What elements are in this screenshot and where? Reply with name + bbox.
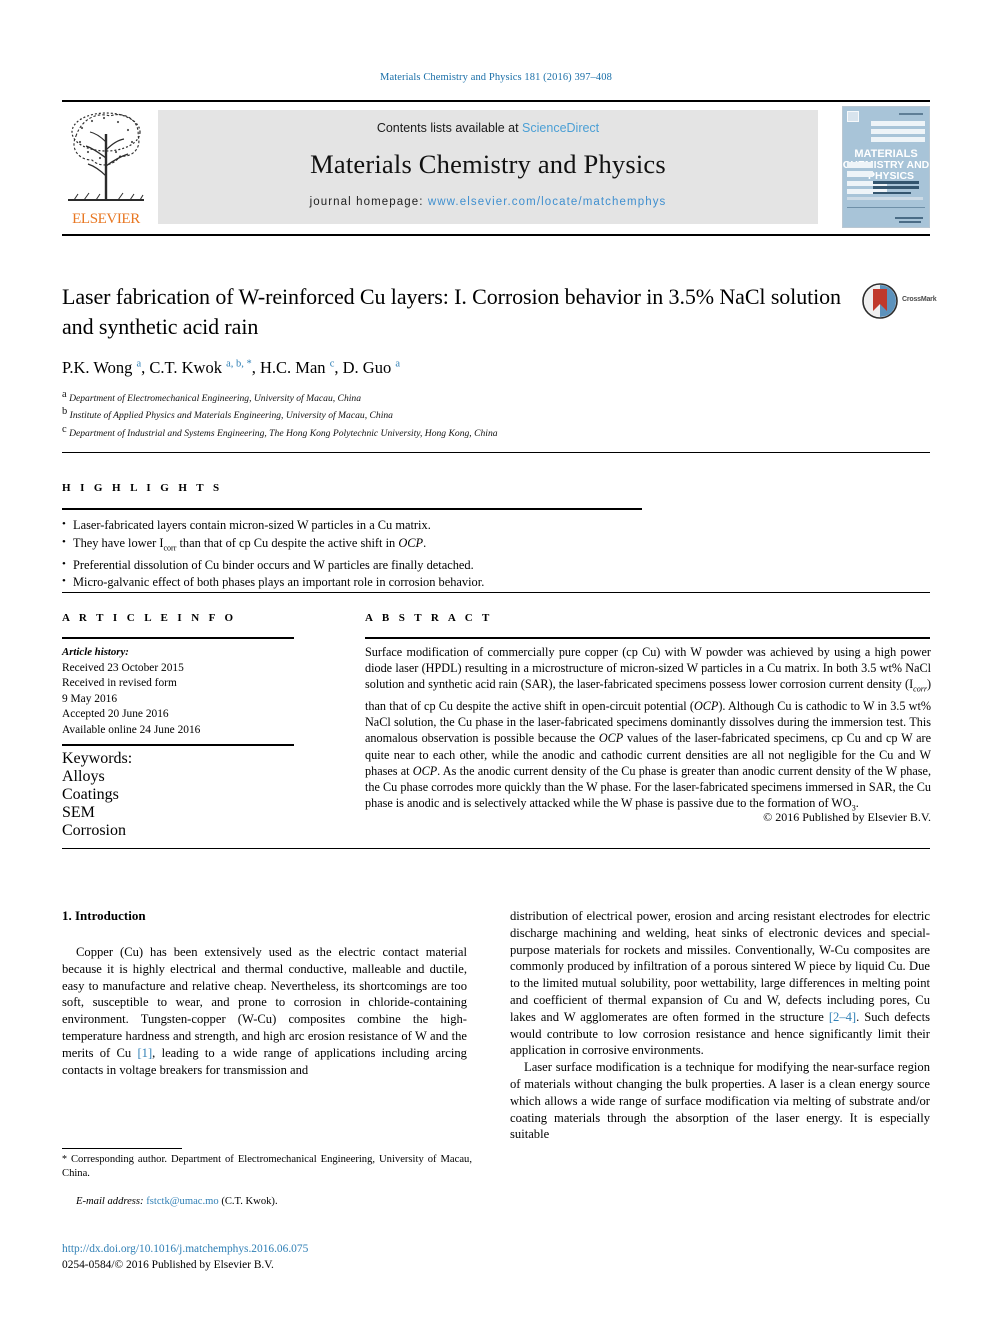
affiliation-a: a Department of Electromechanical Engine… xyxy=(62,389,361,405)
svg-text:PHYSICS: PHYSICS xyxy=(868,170,914,182)
divider-below-abstract xyxy=(62,848,930,849)
highlights-list: Laser-fabricated layers contain micron-s… xyxy=(62,516,662,592)
divider-after-highlights xyxy=(62,592,930,593)
journal-homepage-line: journal homepage: www.elsevier.com/locat… xyxy=(158,196,818,208)
homepage-prefix: journal homepage: xyxy=(309,196,428,208)
journal-cover-thumbnail: MATERIALS CHEMISTRY AND PHYSICS xyxy=(842,106,930,228)
highlights-heading: H I G H L I G H T S xyxy=(62,482,223,494)
divider-abstract xyxy=(365,637,930,639)
paragraph: Copper (Cu) has been extensively used as… xyxy=(62,945,467,1077)
abstract-text: Surface modification of commercially pur… xyxy=(365,645,932,813)
elsevier-wordmark: ELSEVIER xyxy=(72,211,140,227)
email-line: E-mail address: fstctk@umac.mo (C.T. Kwo… xyxy=(62,1196,472,1207)
keyword-item: Alloys xyxy=(62,768,105,785)
contents-prefix: Contents lists available at xyxy=(376,121,523,135)
article-history-label: Article history: xyxy=(62,646,129,658)
homepage-url-link[interactable]: www.elsevier.com/locate/matchemphys xyxy=(428,196,667,208)
title-block: Laser fabrication of W-reinforced Cu lay… xyxy=(62,282,852,342)
history-line: Accepted 20 June 2016 xyxy=(62,708,169,721)
journal-band: Contents lists available at ScienceDirec… xyxy=(158,110,818,224)
divider-highlights xyxy=(62,508,642,510)
affiliations: a Department of Electromechanical Engine… xyxy=(62,388,892,440)
section-heading-introduction: 1. Introduction xyxy=(62,908,146,923)
crossmark-label: CrossMark xyxy=(902,296,937,303)
issn-copyright-line: 0254-0584/© 2016 Published by Elsevier B… xyxy=(62,1259,274,1271)
divider-top xyxy=(62,100,930,102)
footnote-rule xyxy=(62,1148,182,1149)
journal-title: Materials Chemistry and Physics xyxy=(310,149,666,179)
affiliation-c: c Department of Industrial and Systems E… xyxy=(62,423,498,439)
list-item: Laser-fabricated layers contain micron-s… xyxy=(62,516,662,535)
history-line: Received in revised form xyxy=(62,677,177,690)
crossmark-badge[interactable]: CrossMark xyxy=(862,283,944,323)
divider-under-masthead xyxy=(62,234,930,236)
list-item: Preferential dissolution of Cu binder oc… xyxy=(62,556,662,575)
doi-link[interactable]: http://dx.doi.org/10.1016/j.matchemphys.… xyxy=(62,1243,308,1255)
contents-available-line: Contents lists available at ScienceDirec… xyxy=(158,110,818,135)
abstract-copyright: © 2016 Published by Elsevier B.V. xyxy=(763,810,931,824)
list-item: They have lower Icorr than that of cp Cu… xyxy=(62,534,662,557)
history-line: Available online 24 June 2016 xyxy=(62,723,201,736)
affiliation-b: b Institute of Applied Physics and Mater… xyxy=(62,406,393,422)
keywords-block: Keywords: Alloys Coatings SEM Corrosion xyxy=(62,750,302,840)
author-list: P.K. Wong a, C.T. Kwok a, b, *, H.C. Man… xyxy=(62,358,400,377)
crossmark-icon xyxy=(862,283,898,319)
body-column-right: distribution of electrical power, erosio… xyxy=(510,908,930,1143)
sciencedirect-link[interactable]: ScienceDirect xyxy=(522,121,599,135)
keyword-item: SEM xyxy=(62,804,95,821)
elsevier-logo: ELSEVIER xyxy=(62,106,150,228)
divider-after-authors xyxy=(62,452,930,453)
email-link[interactable]: fstctk@umac.mo xyxy=(146,1196,218,1207)
history-line: Received 23 October 2015 xyxy=(62,661,184,674)
paragraph: Laser surface modification is a techniqu… xyxy=(510,1060,930,1142)
history-line: 9 May 2016 xyxy=(62,692,118,705)
body-column-left: 1. Introduction Copper (Cu) has been ext… xyxy=(62,908,467,1078)
abstract-heading: A B S T R A C T xyxy=(365,612,493,624)
paper-page: Materials Chemistry and Physics 181 (201… xyxy=(0,0,992,1323)
list-item: Micro-galvanic effect of both phases pla… xyxy=(62,573,662,592)
keyword-item: Coatings xyxy=(62,786,119,803)
page-title: Laser fabrication of W-reinforced Cu lay… xyxy=(62,284,841,339)
divider-article-info xyxy=(62,637,294,639)
email-owner: (C.T. Kwok). xyxy=(221,1196,278,1207)
email-label: E-mail address: xyxy=(76,1196,144,1207)
keyword-item: Corrosion xyxy=(62,822,126,839)
divider-keywords xyxy=(62,744,294,746)
running-head: Materials Chemistry and Physics 181 (201… xyxy=(380,72,612,83)
corresponding-author-note: * Corresponding author. Department of El… xyxy=(62,1154,472,1180)
keywords-label: Keywords: xyxy=(62,750,133,767)
article-info-heading: A R T I C L E I N F O xyxy=(62,612,237,624)
paragraph: distribution of electrical power, erosio… xyxy=(510,909,930,1058)
journal-masthead: ELSEVIER Contents lists available at Sci… xyxy=(62,106,930,228)
article-history: Article history: Received 23 October 201… xyxy=(62,645,302,739)
